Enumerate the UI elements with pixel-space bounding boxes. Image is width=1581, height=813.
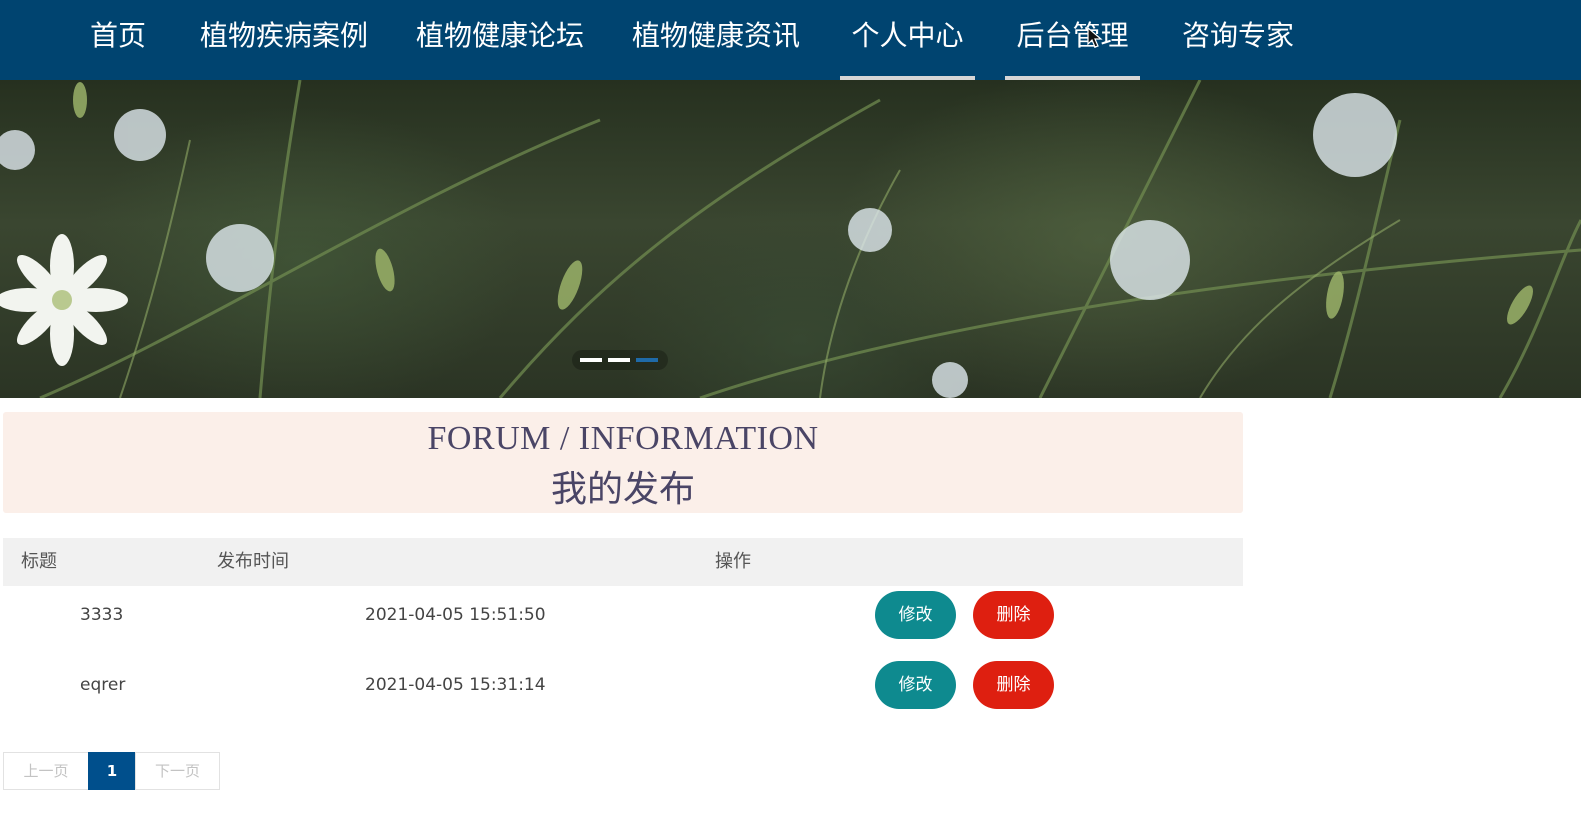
nav-item-health-news[interactable]: 植物健康资讯 — [632, 0, 800, 80]
row-publish-time: 2021-04-05 15:31:14 — [365, 675, 546, 695]
carousel-dot-3[interactable] — [636, 358, 658, 362]
prev-page-button[interactable]: 上一页 — [3, 752, 89, 790]
banner-image — [0, 80, 1581, 398]
nav-item-home[interactable]: 首页 — [90, 0, 146, 80]
nav-item-disease-cases[interactable]: 植物疾病案例 — [200, 0, 368, 80]
nav-item-consult-expert[interactable]: 咨询专家 — [1182, 0, 1294, 80]
nav-item-personal-center[interactable]: 个人中心 — [840, 0, 975, 80]
column-header-publish-time: 发布时间 — [217, 551, 289, 572]
section-title-en: FORUM / INFORMATION — [427, 420, 819, 457]
section-title-cn: 我的发布 — [550, 469, 695, 510]
column-header-actions: 操作 — [715, 551, 751, 572]
table-header: 标题 发布时间 操作 — [3, 538, 1243, 586]
edit-button[interactable]: 修改 — [875, 661, 956, 709]
carousel-dot-2[interactable] — [608, 358, 630, 362]
row-publish-time: 2021-04-05 15:51:50 — [365, 605, 546, 625]
table-row: 3333 2021-04-05 15:51:50 修改 删除 — [3, 580, 1243, 650]
carousel-dot-1[interactable] — [580, 358, 602, 362]
section-header: FORUM / INFORMATION 我的发布 — [3, 412, 1243, 513]
edit-button[interactable]: 修改 — [875, 591, 956, 639]
row-title: 3333 — [80, 605, 124, 625]
page-number-current[interactable]: 1 — [88, 752, 136, 790]
table-row: eqrer 2021-04-05 15:31:14 修改 删除 — [3, 650, 1243, 720]
column-header-title: 标题 — [21, 551, 57, 572]
banner-carousel[interactable] — [0, 80, 1581, 398]
next-page-button[interactable]: 下一页 — [135, 752, 220, 790]
nav-item-health-forum[interactable]: 植物健康论坛 — [416, 0, 584, 80]
nav-item-admin[interactable]: 后台管理 — [1005, 0, 1140, 80]
delete-button[interactable]: 删除 — [973, 661, 1054, 709]
row-title: eqrer — [80, 675, 126, 695]
top-navigation: 首页 植物疾病案例 植物健康论坛 植物健康资讯 个人中心 后台管理 咨询专家 — [0, 0, 1581, 80]
carousel-indicators — [572, 350, 668, 370]
mouse-cursor-icon — [1087, 27, 1103, 48]
delete-button[interactable]: 删除 — [973, 591, 1054, 639]
